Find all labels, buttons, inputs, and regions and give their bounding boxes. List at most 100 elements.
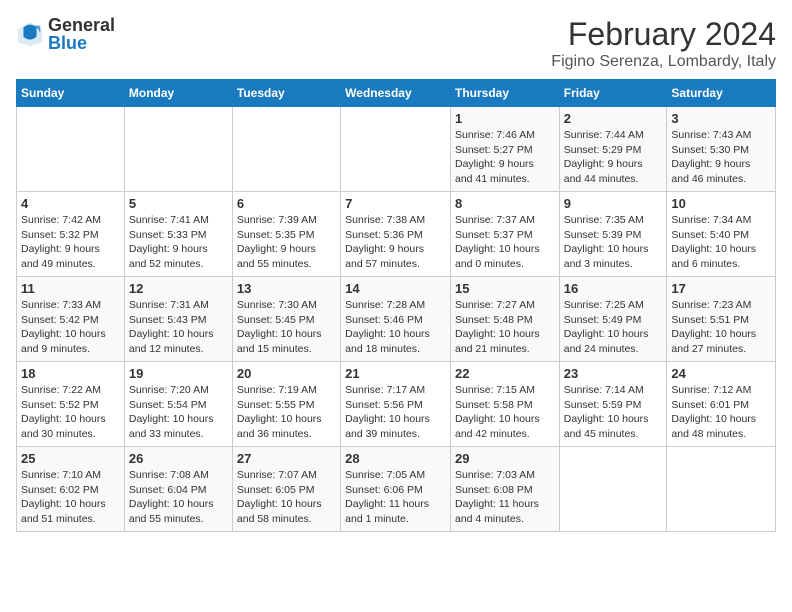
day-info: Sunrise: 7:39 AM Sunset: 5:35 PM Dayligh…: [237, 213, 336, 272]
day-number: 9: [564, 196, 663, 211]
calendar-cell: 23 Sunrise: 7:14 AM Sunset: 5:59 PM Dayli…: [559, 362, 667, 447]
day-info: Sunrise: 7:27 AM Sunset: 5:48 PM Dayligh…: [455, 298, 555, 357]
calendar-cell: [341, 107, 451, 192]
day-info: Sunrise: 7:42 AM Sunset: 5:32 PM Dayligh…: [21, 213, 120, 272]
calendar-cell: 1Sunrise: 7:46 AM Sunset: 5:27 PM Daylig…: [450, 107, 559, 192]
calendar-cell: 3 Sunrise: 7:43 AM Sunset: 5:30 PM Daylig…: [667, 107, 776, 192]
day-info: Sunrise: 7:19 AM Sunset: 5:55 PM Dayligh…: [237, 383, 336, 442]
day-info: Sunrise: 7:08 AM Sunset: 6:04 PM Dayligh…: [129, 468, 228, 527]
calendar-week-row: 25 Sunrise: 7:10 AM Sunset: 6:02 PM Dayli…: [17, 447, 776, 532]
calendar-cell: 13Sunrise: 7:30 AM Sunset: 5:45 PM Dayli…: [232, 277, 340, 362]
day-info: Sunrise: 7:43 AM Sunset: 5:30 PM Dayligh…: [671, 128, 771, 187]
calendar-cell: 20 Sunrise: 7:19 AM Sunset: 5:55 PM Dayli…: [232, 362, 340, 447]
page-header: General Blue February 2024 Figino Serenz…: [16, 16, 776, 71]
day-info: Sunrise: 7:12 AM Sunset: 6:01 PM Dayligh…: [671, 383, 771, 442]
day-number: 11: [21, 281, 120, 296]
calendar-cell: 15 Sunrise: 7:27 AM Sunset: 5:48 PM Dayli…: [450, 277, 559, 362]
day-info: Sunrise: 7:05 AM Sunset: 6:06 PM Dayligh…: [345, 468, 446, 527]
calendar-week-row: 11 Sunrise: 7:33 AM Sunset: 5:42 PM Dayli…: [17, 277, 776, 362]
calendar-week-row: 18 Sunrise: 7:22 AM Sunset: 5:52 PM Dayli…: [17, 362, 776, 447]
day-info: Sunrise: 7:44 AM Sunset: 5:29 PM Dayligh…: [564, 128, 663, 187]
day-info: Sunrise: 7:41 AM Sunset: 5:33 PM Dayligh…: [129, 213, 228, 272]
calendar-cell: 27Sunrise: 7:07 AM Sunset: 6:05 PM Dayli…: [232, 447, 340, 532]
logo-text: General Blue: [48, 16, 115, 52]
day-of-week-header: Sunday: [17, 80, 125, 107]
day-info: Sunrise: 7:23 AM Sunset: 5:51 PM Dayligh…: [671, 298, 771, 357]
day-number: 19: [129, 366, 228, 381]
calendar-cell: 5Sunrise: 7:41 AM Sunset: 5:33 PM Daylig…: [124, 192, 232, 277]
day-number: 8: [455, 196, 555, 211]
day-number: 20: [237, 366, 336, 381]
calendar-cell: 19 Sunrise: 7:20 AM Sunset: 5:54 PM Dayli…: [124, 362, 232, 447]
calendar-cell: 8 Sunrise: 7:37 AM Sunset: 5:37 PM Daylig…: [450, 192, 559, 277]
day-number: 15: [455, 281, 555, 296]
day-number: 10: [671, 196, 771, 211]
page-subtitle: Figino Serenza, Lombardy, Italy: [551, 53, 776, 71]
calendar-cell: 2 Sunrise: 7:44 AM Sunset: 5:29 PM Daylig…: [559, 107, 667, 192]
day-number: 16: [564, 281, 663, 296]
day-of-week-header: Saturday: [667, 80, 776, 107]
day-info: Sunrise: 7:31 AM Sunset: 5:43 PM Dayligh…: [129, 298, 228, 357]
day-of-week-header: Wednesday: [341, 80, 451, 107]
day-info: Sunrise: 7:38 AM Sunset: 5:36 PM Dayligh…: [345, 213, 446, 272]
day-number: 7: [345, 196, 446, 211]
calendar-cell: 17 Sunrise: 7:23 AM Sunset: 5:51 PM Dayli…: [667, 277, 776, 362]
logo-icon: [16, 20, 44, 48]
day-number: 3: [671, 111, 771, 126]
day-of-week-header: Friday: [559, 80, 667, 107]
day-info: Sunrise: 7:37 AM Sunset: 5:37 PM Dayligh…: [455, 213, 555, 272]
calendar-cell: 9 Sunrise: 7:35 AM Sunset: 5:39 PM Daylig…: [559, 192, 667, 277]
day-info: Sunrise: 7:17 AM Sunset: 5:56 PM Dayligh…: [345, 383, 446, 442]
calendar-week-row: 4 Sunrise: 7:42 AM Sunset: 5:32 PM Daylig…: [17, 192, 776, 277]
logo-line2: Blue: [48, 34, 115, 52]
calendar-cell: [667, 447, 776, 532]
day-info: Sunrise: 7:33 AM Sunset: 5:42 PM Dayligh…: [21, 298, 120, 357]
day-number: 22: [455, 366, 555, 381]
day-number: 24: [671, 366, 771, 381]
day-number: 18: [21, 366, 120, 381]
day-info: Sunrise: 7:34 AM Sunset: 5:40 PM Dayligh…: [671, 213, 771, 272]
page-title: February 2024: [551, 16, 776, 53]
title-block: February 2024 Figino Serenza, Lombardy, …: [551, 16, 776, 71]
logo-line1: General: [48, 16, 115, 34]
day-of-week-header: Thursday: [450, 80, 559, 107]
day-info: Sunrise: 7:15 AM Sunset: 5:58 PM Dayligh…: [455, 383, 555, 442]
day-info: Sunrise: 7:22 AM Sunset: 5:52 PM Dayligh…: [21, 383, 120, 442]
day-of-week-header: Monday: [124, 80, 232, 107]
day-info: Sunrise: 7:03 AM Sunset: 6:08 PM Dayligh…: [455, 468, 555, 527]
day-info: Sunrise: 7:35 AM Sunset: 5:39 PM Dayligh…: [564, 213, 663, 272]
day-info: Sunrise: 7:28 AM Sunset: 5:46 PM Dayligh…: [345, 298, 446, 357]
day-number: 25: [21, 451, 120, 466]
calendar-cell: [232, 107, 340, 192]
calendar-cell: 24 Sunrise: 7:12 AM Sunset: 6:01 PM Dayli…: [667, 362, 776, 447]
calendar-cell: 22 Sunrise: 7:15 AM Sunset: 5:58 PM Dayli…: [450, 362, 559, 447]
day-info: Sunrise: 7:14 AM Sunset: 5:59 PM Dayligh…: [564, 383, 663, 442]
calendar-cell: 16Sunrise: 7:25 AM Sunset: 5:49 PM Dayli…: [559, 277, 667, 362]
calendar-cell: [559, 447, 667, 532]
calendar-cell: 18 Sunrise: 7:22 AM Sunset: 5:52 PM Dayli…: [17, 362, 125, 447]
day-number: 2: [564, 111, 663, 126]
day-number: 28: [345, 451, 446, 466]
day-number: 26: [129, 451, 228, 466]
calendar-cell: 14 Sunrise: 7:28 AM Sunset: 5:46 PM Dayli…: [341, 277, 451, 362]
day-number: 17: [671, 281, 771, 296]
calendar-cell: 25 Sunrise: 7:10 AM Sunset: 6:02 PM Dayli…: [17, 447, 125, 532]
day-number: 12: [129, 281, 228, 296]
calendar-cell: 6Sunrise: 7:39 AM Sunset: 5:35 PM Daylig…: [232, 192, 340, 277]
day-info: Sunrise: 7:10 AM Sunset: 6:02 PM Dayligh…: [21, 468, 120, 527]
day-number: 21: [345, 366, 446, 381]
calendar-cell: 26 Sunrise: 7:08 AM Sunset: 6:04 PM Dayli…: [124, 447, 232, 532]
day-number: 23: [564, 366, 663, 381]
day-info: Sunrise: 7:46 AM Sunset: 5:27 PM Dayligh…: [455, 128, 555, 187]
calendar-cell: 12 Sunrise: 7:31 AM Sunset: 5:43 PM Dayli…: [124, 277, 232, 362]
day-info: Sunrise: 7:30 AM Sunset: 5:45 PM Dayligh…: [237, 298, 336, 357]
logo: General Blue: [16, 16, 115, 52]
day-number: 4: [21, 196, 120, 211]
calendar-week-row: 1Sunrise: 7:46 AM Sunset: 5:27 PM Daylig…: [17, 107, 776, 192]
day-number: 29: [455, 451, 555, 466]
day-number: 14: [345, 281, 446, 296]
day-info: Sunrise: 7:20 AM Sunset: 5:54 PM Dayligh…: [129, 383, 228, 442]
calendar-cell: 29 Sunrise: 7:03 AM Sunset: 6:08 PM Dayli…: [450, 447, 559, 532]
calendar-cell: 28 Sunrise: 7:05 AM Sunset: 6:06 PM Dayli…: [341, 447, 451, 532]
calendar-cell: 4 Sunrise: 7:42 AM Sunset: 5:32 PM Daylig…: [17, 192, 125, 277]
